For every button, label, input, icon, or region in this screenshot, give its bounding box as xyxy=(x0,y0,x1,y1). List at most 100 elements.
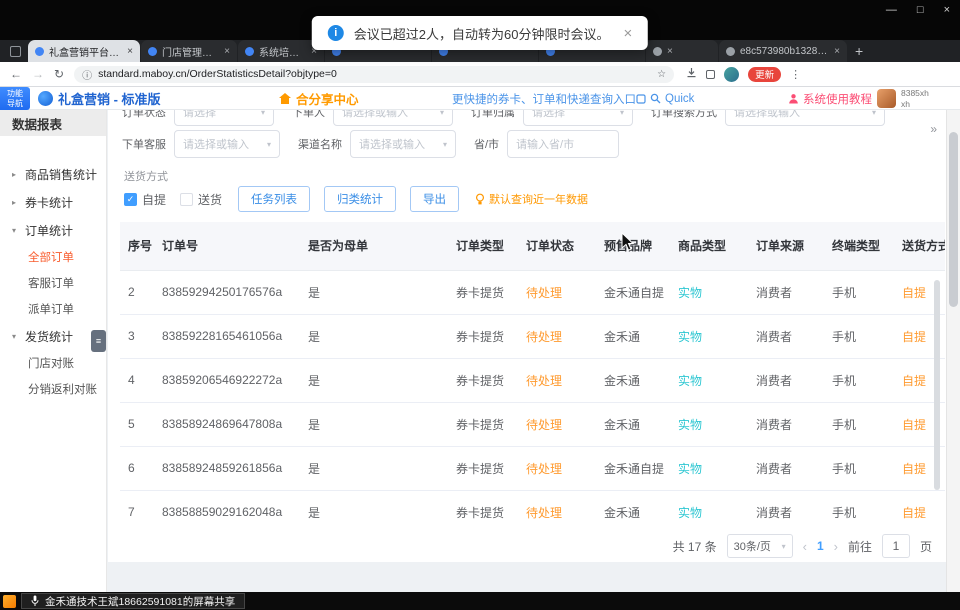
tab-close-icon[interactable]: × xyxy=(224,46,230,57)
taskbar-app-icon[interactable] xyxy=(3,595,16,608)
next-page-button[interactable]: › xyxy=(834,539,838,554)
browser-tab[interactable]: 门店管理中心 × xyxy=(141,40,237,62)
orders-table-wrap: 序号订单号是否为母单订单类型订单状态预售品牌商品类型订单来源终端类型送货方式28… xyxy=(120,222,945,524)
user-account[interactable]: 8385xh xh xyxy=(877,87,929,110)
table-cell: 待处理 xyxy=(518,446,596,490)
tab-close-icon[interactable]: × xyxy=(667,46,673,57)
sidebar-item-label: 订单统计 xyxy=(25,222,73,239)
sidebar-item[interactable]: 客服订单 xyxy=(0,270,106,296)
sidebar-item[interactable]: 分销返利对账 xyxy=(0,376,106,402)
sidebar-item[interactable]: ▸券卡统计 xyxy=(0,188,106,216)
browser-menu-icon[interactable]: ⋮ xyxy=(790,68,801,81)
checkbox-label: 自提 xyxy=(142,191,166,208)
chevron-right-icon: ▸ xyxy=(12,198,21,207)
action-button[interactable]: 归类统计 xyxy=(324,186,396,212)
chevron-down-icon: ▾ xyxy=(620,110,624,117)
info-icon: i xyxy=(328,25,344,41)
checkbox-checked[interactable]: ✓自提 xyxy=(124,191,166,208)
page-content: 数据报表 ▸商品销售统计▸券卡统计▾订单统计全部订单客服订单派单订单▾发货统计门… xyxy=(0,110,946,592)
tab-close-icon[interactable]: × xyxy=(127,46,133,57)
table-cell: 是 xyxy=(300,358,448,402)
page-scrollbar-thumb[interactable] xyxy=(949,132,958,307)
tutorial-link[interactable]: 系统使用教程 xyxy=(788,87,872,110)
current-page[interactable]: 1 xyxy=(817,539,824,553)
function-nav-toggle[interactable]: 功能 导航 xyxy=(0,87,30,110)
window-minimize-button[interactable]: — xyxy=(886,4,897,16)
sidebar-item[interactable]: 派单订单 xyxy=(0,296,106,322)
refresh-icon[interactable]: ↻ xyxy=(54,67,64,81)
quick-search-link[interactable]: Quick xyxy=(636,87,694,110)
table-cell: 待处理 xyxy=(518,402,596,446)
share-center-link[interactable]: 合分享中心 xyxy=(278,87,359,110)
window-close-button[interactable]: × xyxy=(944,4,950,16)
column-header: 送货方式 xyxy=(894,222,945,270)
screen-share-indicator[interactable]: 金禾通技术王斌18662591081的屏幕共享 xyxy=(21,593,245,609)
table-row[interactable]: 683858924859261856a是券卡提货待处理金禾通自提实物消费者手机自… xyxy=(120,446,945,490)
site-info-icon[interactable]: ⓘ xyxy=(82,67,92,82)
browser-tab-active[interactable]: 礼盒营销平台管理中心 × xyxy=(28,40,140,62)
filter-select[interactable]: 请选择或输入▾ xyxy=(333,110,453,126)
filter-select[interactable]: 请选择▾ xyxy=(523,110,633,126)
table-cell: 手机 xyxy=(824,446,894,490)
filter-select[interactable]: 请选择▾ xyxy=(174,110,274,126)
tab-search-icon[interactable] xyxy=(10,46,21,57)
goto-page-input[interactable]: 1 xyxy=(882,534,910,558)
filter-input[interactable]: 请输入省/市 xyxy=(507,130,619,158)
quick-label: Quick xyxy=(665,93,694,105)
table-scrollbar-thumb[interactable] xyxy=(934,280,940,490)
sidebar-item-label: 门店对账 xyxy=(28,355,74,371)
download-icon[interactable] xyxy=(686,67,697,81)
window-maximize-button[interactable]: □ xyxy=(917,4,924,16)
sidebar-item[interactable]: ▸商品销售统计 xyxy=(0,160,106,188)
table-row[interactable]: 783858859029162048a是券卡提货待处理金禾通实物消费者手机自提 xyxy=(120,490,945,524)
sidebar-item[interactable]: 全部订单 xyxy=(0,244,106,270)
quick-hint-label: 更快捷的券卡、订单和快递查询入口 xyxy=(452,91,636,107)
page-size-select[interactable]: 30条/页 ▾ xyxy=(727,534,793,558)
collapse-filters-button[interactable]: » xyxy=(930,122,936,136)
browser-tab[interactable]: e8c573980b1328a258fd2e6... × xyxy=(719,40,847,62)
tab-close-icon[interactable]: × xyxy=(834,46,840,57)
table-row[interactable]: 483859206546922272a是券卡提货待处理金禾通实物消费者手机自提 xyxy=(120,358,945,402)
table-cell: 券卡提货 xyxy=(448,358,518,402)
checkbox-unchecked[interactable]: 送货 xyxy=(180,191,222,208)
address-bar[interactable]: ⓘ standard.maboy.cn/OrderStatisticsDetai… xyxy=(74,66,674,83)
filter-select[interactable]: 请选择或输入▾ xyxy=(174,130,280,158)
favicon xyxy=(726,47,735,56)
toast-close-icon[interactable]: × xyxy=(623,25,632,42)
extensions-icon[interactable] xyxy=(706,70,715,79)
filter-select[interactable]: 请选择或输入▾ xyxy=(350,130,456,158)
sidebar-item[interactable]: 门店对账 xyxy=(0,350,106,376)
window-controls: — □ × xyxy=(886,4,950,16)
browser-update-button[interactable]: 更新 xyxy=(748,67,781,82)
filter-select[interactable]: 请选择或输入▾ xyxy=(725,110,885,126)
prev-page-button[interactable]: ‹ xyxy=(803,539,807,554)
forward-icon[interactable]: → xyxy=(32,67,44,81)
filter-label: 订单归属 xyxy=(471,110,515,120)
new-tab-button[interactable]: + xyxy=(855,43,863,59)
action-button[interactable]: 导出 xyxy=(410,186,459,212)
back-icon[interactable]: ← xyxy=(10,67,22,81)
table-cell: 消费者 xyxy=(748,446,824,490)
table-row[interactable]: 283859294250176576a是券卡提货待处理金禾通自提实物消费者手机自… xyxy=(120,270,945,314)
page-scrollbar[interactable] xyxy=(946,110,960,592)
goto-unit: 页 xyxy=(920,538,932,555)
browser-profile-avatar[interactable] xyxy=(724,67,739,82)
search-icon xyxy=(650,93,661,104)
table-cell: 实物 xyxy=(670,490,748,524)
filter-label: 渠道名称 xyxy=(298,136,342,152)
action-button[interactable]: 任务列表 xyxy=(238,186,310,212)
filter-label: 下单人 xyxy=(292,110,325,120)
table-cell: 金禾通 xyxy=(596,358,670,402)
sidebar-item[interactable]: ▾订单统计 xyxy=(0,216,106,244)
sidebar-item-label: 派单订单 xyxy=(28,301,74,317)
microphone-icon xyxy=(31,595,39,607)
bookmark-star-icon[interactable]: ☆ xyxy=(657,69,666,80)
table-cell: 是 xyxy=(300,402,448,446)
table-row[interactable]: 383859228165461056a是券卡提货待处理金禾通实物消费者手机自提 xyxy=(120,314,945,358)
placeholder-text: 请选择 xyxy=(183,110,216,120)
query-tip: 默认查询近一年数据 xyxy=(475,191,588,207)
sidebar-collapse-handle[interactable]: ≡ xyxy=(91,330,106,352)
table-cell: 实物 xyxy=(670,270,748,314)
table-row[interactable]: 583858924869647808a是券卡提货待处理金禾通实物消费者手机自提 xyxy=(120,402,945,446)
browser-tab[interactable]: × xyxy=(646,40,718,62)
